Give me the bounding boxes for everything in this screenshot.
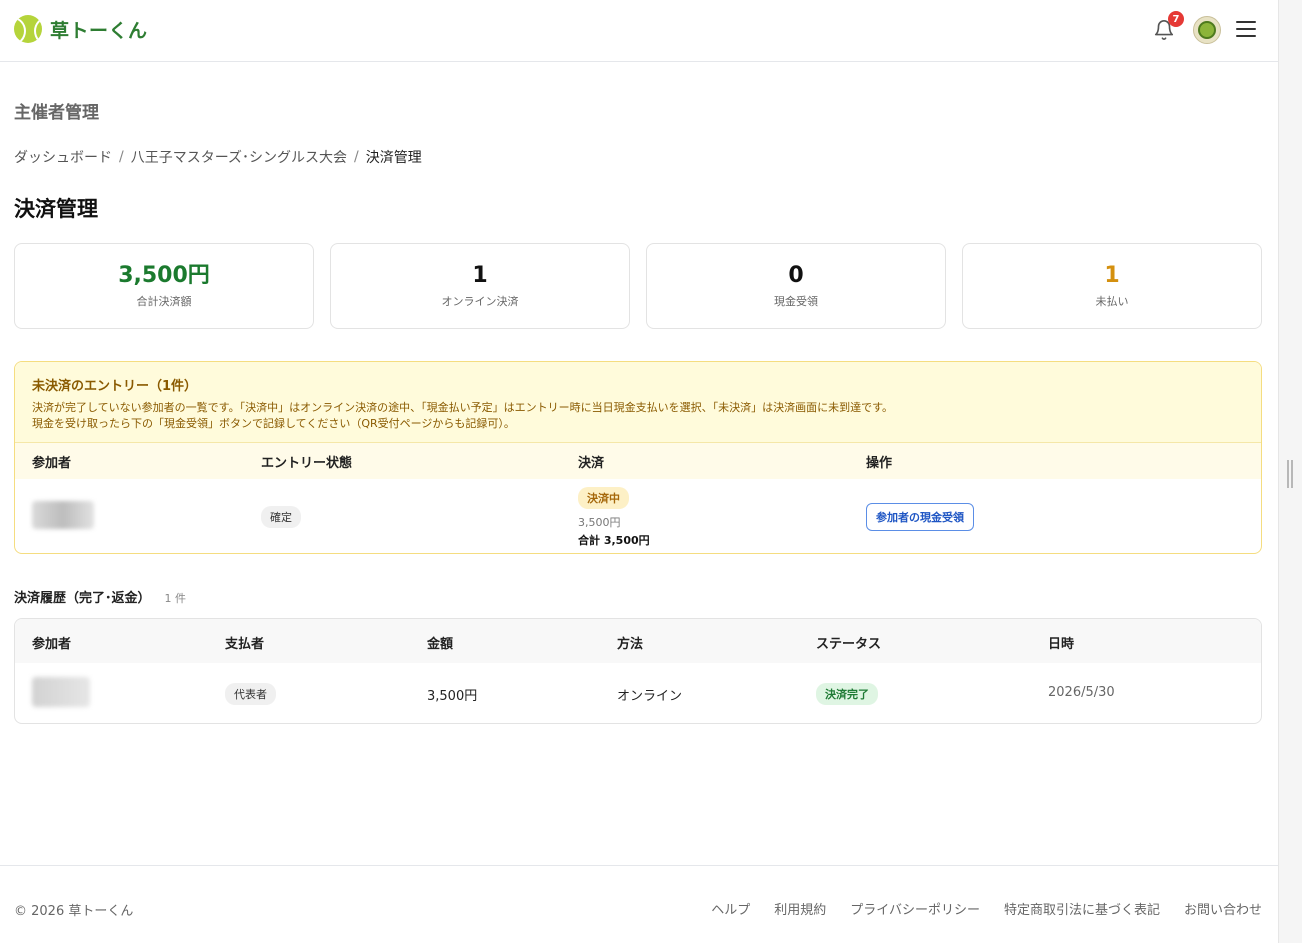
column-header: 金額 (427, 637, 454, 652)
history-table-header: 参加者 支払者 金額 方法 ステータス 日時 (15, 619, 1261, 663)
stat-value: 1 (1104, 262, 1120, 288)
table-row: 確定 決済中 3,500円 合計 3,500円 参加者の現金受領 (15, 479, 1261, 553)
column-header: 参加者 (32, 455, 72, 471)
column-header: 決済 (578, 455, 605, 471)
brand-name: 草トーくん (50, 19, 148, 42)
column-header: 日時 (1048, 637, 1075, 652)
payment-history-table: 参加者 支払者 金額 方法 ステータス 日時 代表者 3,500円 オンライン … (14, 618, 1262, 724)
column-header: ステータス (816, 637, 882, 652)
stat-card-online: 1 オンライン決済 (330, 243, 630, 329)
stat-card-unpaid: 1 未払い (962, 243, 1262, 329)
column-header: 操作 (866, 455, 893, 471)
unpaid-entries-panel: 未決済のエントリー（1件） 決済が完了していない参加者の一覧です。「決済中」はオ… (14, 361, 1262, 554)
payer-badge: 代表者 (225, 683, 276, 705)
payment-cell: 決済中 3,500円 合計 3,500円 (578, 487, 650, 548)
footer-link-commerce-law[interactable]: 特定商取引法に基づく表記 (1004, 899, 1160, 918)
footer-link-help[interactable]: ヘルプ (711, 899, 750, 918)
column-header: 参加者 (32, 637, 72, 652)
stat-label: 現金受領 (774, 295, 818, 309)
footer-link-terms[interactable]: 利用規約 (774, 899, 826, 918)
column-header: 方法 (617, 637, 644, 652)
scrollbar[interactable] (1278, 0, 1302, 943)
method-cell: オンライン (617, 689, 683, 704)
history-title: 決済履歴（完了･返金） (14, 591, 151, 606)
unpaid-table-header: 参加者 エントリー状態 決済 操作 (15, 443, 1261, 479)
stat-value: 3,500円 (118, 262, 210, 288)
page-title: 決済管理 (14, 197, 98, 221)
notification-badge: 7 (1168, 11, 1184, 27)
stat-value: 0 (788, 262, 804, 288)
breadcrumb-tournament[interactable]: 八王子マスターズ･シングルス大会 (131, 147, 347, 167)
column-header: エントリー状態 (261, 455, 353, 471)
breadcrumb-dashboard[interactable]: ダッシュボード (14, 147, 112, 167)
payment-total: 合計 3,500円 (578, 534, 650, 547)
status-badge: 決済完了 (816, 683, 878, 705)
action-cell: 参加者の現金受領 (866, 503, 974, 531)
description-line: 決済が完了していない参加者の一覧です。「決済中」はオンライン決済の途中、「現金払… (32, 401, 893, 414)
history-count: 1 件 (164, 592, 187, 605)
tennis-ball-icon (14, 15, 42, 43)
amount-cell: 3,500円 (427, 689, 478, 704)
footer: © 2026 草トーくん ヘルプ 利用規約 プライバシーポリシー 特定商取引法に… (0, 865, 1278, 943)
description-line: 現金を受け取ったら下の「現金受領」ボタンで記録してください（QR受付ページからも… (32, 416, 515, 430)
breadcrumb-current: 決済管理 (365, 150, 422, 166)
participant-name-redacted (32, 501, 94, 529)
status-cell: 決済完了 (816, 683, 878, 705)
page: 草トーくん 7 主催者管理 ダッシュボード / 八王子マスターズ･シングルス大会… (0, 0, 1278, 943)
column-header: 支払者 (225, 637, 265, 652)
payment-status-badge: 決済中 (578, 487, 629, 509)
record-cash-button[interactable]: 参加者の現金受領 (866, 503, 974, 531)
participant-name-redacted (32, 677, 90, 707)
breadcrumb: ダッシュボード / 八王子マスターズ･シングルス大会 / 決済管理 (14, 147, 422, 167)
hamburger-menu-icon[interactable] (1236, 21, 1256, 37)
unpaid-panel-header: 未決済のエントリー（1件） 決済が完了していない参加者の一覧です。「決済中」はオ… (15, 362, 1261, 443)
brand-logo[interactable]: 草トーくん (14, 15, 148, 43)
unpaid-panel-title: 未決済のエントリー（1件） (32, 379, 198, 394)
entry-status-cell: 確定 (261, 506, 301, 528)
footer-links: ヘルプ 利用規約 プライバシーポリシー 特定商取引法に基づく表記 お問い合わせ (711, 899, 1262, 918)
copyright: © 2026 草トーくん (14, 904, 134, 919)
stat-label: 合計決済額 (136, 295, 192, 309)
stat-card-total: 3,500円 合計決済額 (14, 243, 314, 329)
date-cell: 2026/5/30 (1048, 685, 1115, 700)
unpaid-panel-description: 決済が完了していない参加者の一覧です。「決済中」はオンライン決済の途中、「現金払… (32, 400, 1244, 432)
stat-label: オンライン決済 (441, 295, 519, 309)
history-title-wrap: 決済履歴（完了･返金） 1 件 (14, 587, 186, 606)
top-header: 草トーくん 7 (0, 0, 1278, 62)
avatar[interactable] (1193, 16, 1221, 44)
footer-link-contact[interactable]: お問い合わせ (1184, 899, 1262, 918)
stat-label: 未払い (1095, 295, 1129, 309)
stat-card-cash: 0 現金受領 (646, 243, 946, 329)
scrollbar-grip[interactable] (1287, 460, 1293, 488)
breadcrumb-separator: / (354, 149, 359, 165)
stats-row: 3,500円 合計決済額 1 オンライン決済 0 現金受領 1 未払い (14, 243, 1262, 329)
footer-link-privacy[interactable]: プライバシーポリシー (850, 899, 980, 918)
stat-value: 1 (472, 262, 488, 288)
payer-cell: 代表者 (225, 683, 276, 705)
section-title: 主催者管理 (14, 103, 99, 123)
entry-status-badge: 確定 (261, 506, 301, 528)
payment-amount: 3,500円 (578, 516, 621, 529)
breadcrumb-separator: / (119, 149, 124, 165)
avatar-image (1198, 21, 1216, 39)
table-row: 代表者 3,500円 オンライン 決済完了 2026/5/30 (15, 663, 1261, 723)
